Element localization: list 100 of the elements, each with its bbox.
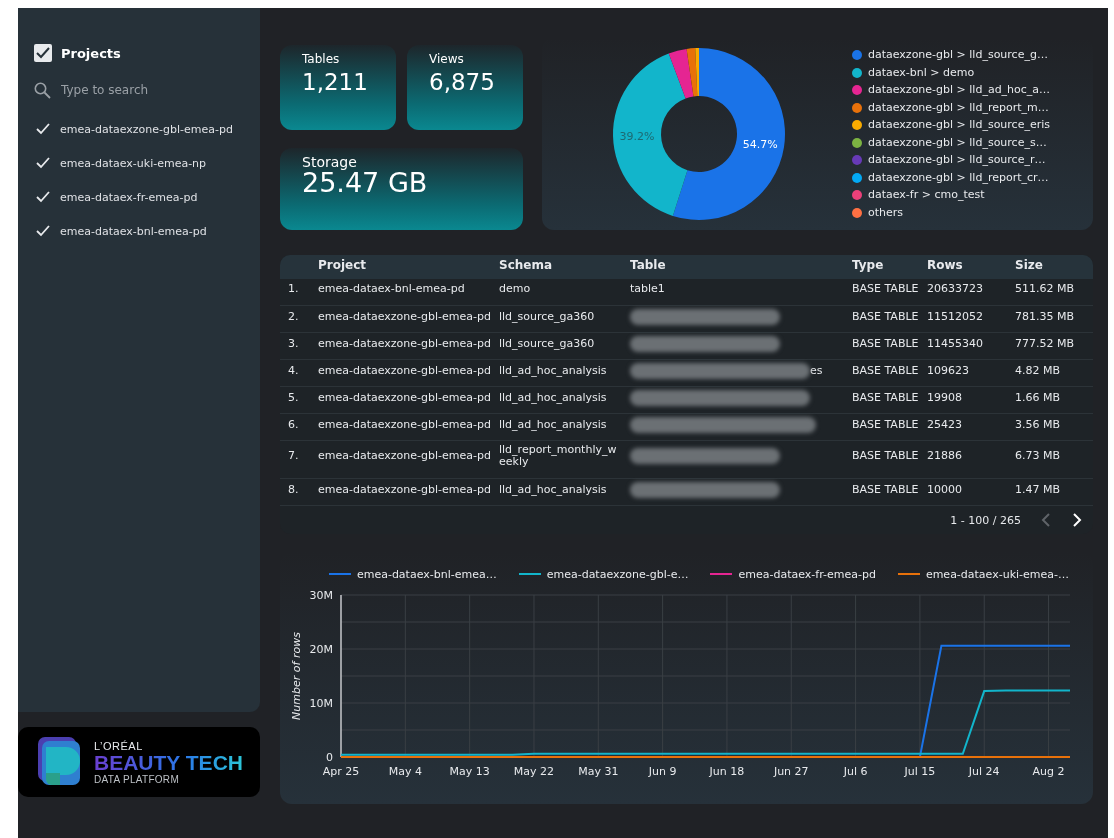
table-cell-text: BASE TABLE [852, 282, 920, 296]
checkmark-icon [36, 225, 50, 237]
table-cell-text: 10000 [927, 482, 963, 497]
checkmark-icon [36, 157, 50, 169]
legend-label: dataexzone-gbl > lld_source_s… [868, 135, 1047, 150]
legend-label: dataexzone-gbl > lld_report_cr… [868, 170, 1049, 185]
row-number: 2. [287, 309, 300, 324]
kpi-value: 1,211 [302, 68, 369, 97]
table-cell-text: BASE TABLE [852, 449, 920, 464]
slice-percent-label: 39.2% [619, 129, 655, 143]
legend-line [328, 573, 351, 575]
search-field[interactable]: Type to search [61, 83, 231, 97]
table-cell-text: 11455340 [927, 336, 984, 351]
x-tick-label: Jun 27 [773, 765, 809, 778]
row-number: 7. [287, 449, 300, 464]
kpi-label: Views [429, 51, 465, 67]
legend-label: dataex-fr > cmo_test [868, 188, 985, 203]
x-tick-label: May 4 [388, 765, 422, 778]
row-number: 1. [287, 282, 300, 296]
project-filter-item[interactable]: emea-dataexzone-gbl-emea-pd [18, 112, 260, 146]
table-cell-text: emea-dataex-bnl-emea-pd [318, 282, 466, 296]
row-number: 3. [287, 336, 300, 351]
table-cell-text: 21886 [927, 449, 963, 464]
legend-line [710, 573, 733, 575]
table-cell-text: 4.82 MB [1015, 363, 1062, 378]
legend-dot [852, 190, 862, 201]
table-cell-text: lld_ad_hoc_analysis [499, 418, 608, 431]
x-tick-label: Jun 18 [709, 765, 745, 778]
legend-dot [852, 207, 862, 218]
column-header[interactable]: Rows [927, 257, 1015, 272]
table-cell-text: 1.66 MB [1015, 390, 1062, 405]
table-cell-text: emea-dataexzone-gbl-emea-pd [318, 417, 492, 432]
table-cell-text: lld_ad_hoc_analysis [499, 391, 608, 404]
y-tick-label: 20M [309, 643, 333, 656]
x-tick-label: Jul 24 [968, 765, 1000, 778]
y-tick-label: 0 [326, 751, 333, 764]
y-tick-label: 30M [309, 589, 333, 602]
column-header[interactable]: Size [1015, 257, 1093, 272]
kpi-value: 25.47 GB [302, 170, 429, 196]
table-cell-text: BASE TABLE [852, 390, 920, 405]
table-cell-text: 25423 [927, 417, 963, 432]
legend-label: emea-dataex-uki-emea-… [925, 567, 1069, 581]
pagination-range: 1 - 100 / 265 [950, 513, 1021, 527]
checkmark-icon [36, 123, 50, 135]
table-cell-text: demo [499, 283, 532, 295]
legend-label: emea-dataex-fr-emea-pd [738, 567, 876, 581]
table-cell-text: 511.62 MB [1015, 282, 1076, 296]
x-tick-label: May 22 [513, 765, 555, 778]
table-cell-text: BASE TABLE [852, 363, 920, 378]
table-cell-text: 781.35 MB [1015, 309, 1076, 324]
table-cell-text: BASE TABLE [852, 336, 920, 351]
legend-label: dataexzone-gbl > lld_source_eris [868, 118, 1050, 133]
table-cell-text: 11512052 [927, 309, 984, 324]
table-cell-text: emea-dataexzone-gbl-emea-pd [318, 309, 492, 324]
table-cell-text: lld_ad_hoc_analysis [499, 364, 608, 377]
chevron-icon [1072, 513, 1082, 527]
table-cell-text: lld_source_ga360 [499, 337, 596, 350]
legend-label: dataexzone-gbl > lld_ad_hoc_a… [868, 83, 1051, 98]
legend-dot [852, 67, 862, 78]
chevron-icon [1040, 513, 1050, 527]
legend-dot [852, 172, 862, 183]
x-tick-label: Apr 25 [322, 765, 360, 778]
project-filter-item[interactable]: emea-dataex-uki-emea-np [18, 146, 260, 180]
legend-label: emea-dataex-bnl-emea… [356, 567, 497, 581]
table-cell-text: BASE TABLE [852, 482, 920, 497]
table-cell-text: 6.73 MB [1015, 449, 1062, 464]
row-number: 8. [287, 482, 300, 497]
row-number: 5. [287, 390, 300, 405]
projects-title: Projects [61, 45, 121, 61]
legend-label: dataexzone-gbl > lld_source_r… [868, 153, 1046, 168]
legend-dot [852, 155, 862, 166]
x-tick-label: May 31 [578, 765, 619, 778]
slice-percent-label: 54.7% [742, 137, 778, 151]
x-tick-label: Jul 6 [843, 765, 868, 778]
table-cell-text: lld_ad_hoc_analysis [499, 483, 608, 496]
table-cell-text: emea-dataexzone-gbl-emea-pd [318, 482, 492, 497]
column-header[interactable]: Schema [499, 257, 630, 272]
table-cell-text: 777.52 MB [1015, 336, 1076, 351]
legend-label: others [868, 205, 904, 220]
table-cell-text: 3.56 MB [1015, 417, 1062, 432]
column-header[interactable]: Table [630, 257, 852, 272]
legend-label: dataexzone-gbl > lld_source_g… [868, 48, 1048, 63]
legend-dot [852, 102, 862, 113]
y-tick-label: 10M [309, 697, 333, 710]
table-cell: es [810, 363, 823, 378]
x-tick-label: Jul 15 [904, 765, 936, 778]
project-filter-item[interactable]: emea-dataex-fr-emea-pd [18, 180, 260, 214]
y-axis-title: Number of rows [290, 632, 303, 720]
brand-name: L’ORÉAL [94, 739, 144, 752]
x-tick-label: Aug 2 [1032, 765, 1065, 778]
select-all-checkbox[interactable] [34, 44, 52, 62]
x-tick-label: May 13 [449, 765, 490, 778]
legend-line [897, 573, 920, 575]
legend-dot [852, 120, 862, 131]
project-filter-item[interactable]: emea-dataex-bnl-emea-pd [18, 214, 260, 248]
table-cell-text: BASE TABLE [852, 309, 920, 324]
column-header[interactable]: Project [318, 257, 499, 272]
column-header[interactable]: Type [852, 257, 927, 272]
legend-dot [852, 85, 862, 96]
x-tick-label: Jun 9 [648, 765, 677, 778]
